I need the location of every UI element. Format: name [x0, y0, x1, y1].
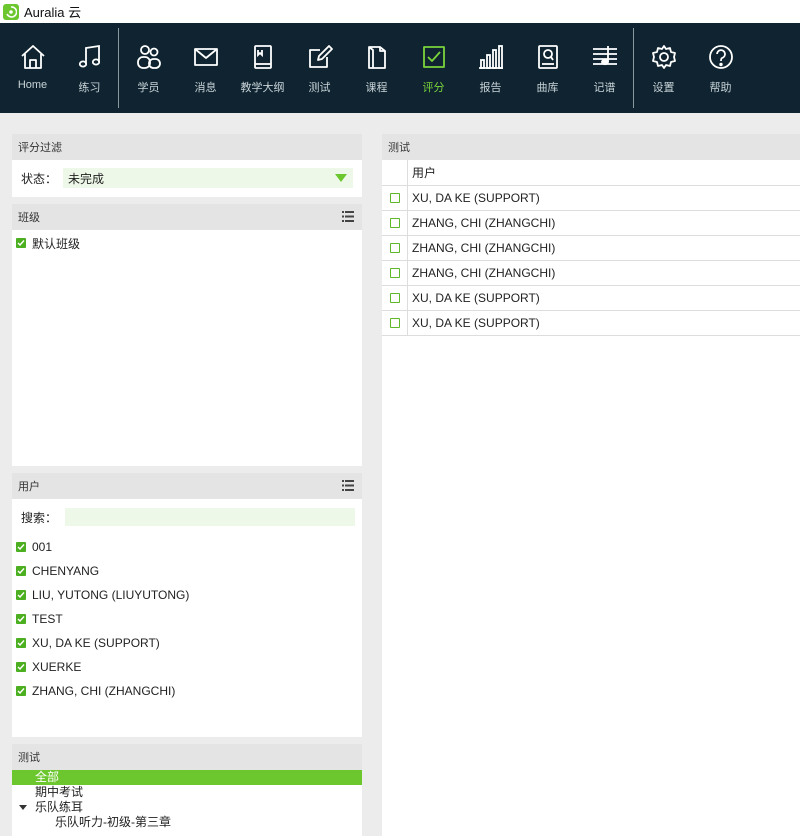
table-row[interactable]: XU, DA KE (SUPPORT) [382, 310, 800, 336]
panel-header: 测试 [12, 744, 362, 770]
table-row[interactable]: XU, DA KE (SUPPORT) [382, 285, 800, 311]
toolbar-help-button[interactable]: 帮助 [692, 23, 749, 113]
table-row[interactable]: XU, DA KE (SUPPORT) [382, 185, 800, 211]
staff-icon [592, 46, 617, 66]
user-checkbox[interactable] [16, 686, 26, 696]
title-bar: Auralia 云 [0, 0, 800, 23]
panel-header: 评分过滤 [12, 134, 362, 160]
bar-chart-icon [478, 45, 503, 69]
toolbar-settings-button[interactable]: 设置 [635, 23, 692, 113]
envelope-icon [193, 48, 218, 66]
toolbar-notation-button[interactable]: 记谱 [576, 23, 633, 113]
user-checkbox[interactable] [16, 614, 26, 624]
toolbar-grading-button[interactable]: 评分 [405, 23, 462, 113]
status-label: 状态： [21, 171, 58, 186]
toolbar-messages-button[interactable]: 消息 [177, 23, 234, 113]
toolbar-students-button[interactable]: 学员 [120, 23, 177, 113]
toolbar-home-button[interactable]: Home [4, 23, 61, 113]
status-filter-row: 状态： 未完成 [12, 160, 362, 196]
table-header: 用户 [382, 159, 800, 186]
test-results-panel: 测试 用户 XU, DA KE (SUPPORT) ZHANG, CHI (ZH… [382, 134, 800, 836]
checkbox-column-header [382, 159, 408, 186]
toolbar-practice-button[interactable]: 练习 [61, 23, 118, 113]
test-tree-panel: 测试 全部 期中考试 乐队练耳 乐队听力-初级-第三章 [12, 744, 362, 836]
user-item: CHENYANG [12, 559, 362, 583]
row-checkbox[interactable] [389, 318, 400, 328]
row-checkbox[interactable] [389, 243, 400, 253]
user-column-header[interactable]: 用户 [408, 164, 436, 181]
panel-header: 用户 [12, 473, 362, 499]
tree-item-all[interactable]: 全部 [12, 770, 362, 785]
music-note-icon [78, 44, 100, 68]
help-icon [708, 45, 733, 69]
user-checkbox[interactable] [16, 542, 26, 552]
toolbar-library-button[interactable]: 曲库 [519, 23, 576, 113]
grading-filter-panel: 评分过滤 状态： 未完成 [12, 134, 362, 197]
user-search-input[interactable] [65, 508, 356, 526]
toolbar-courses-button[interactable]: 课程 [348, 23, 405, 113]
toolbar-syllabus-button[interactable]: 教学大纲 [234, 23, 291, 113]
tree-item-band-listening-ch3[interactable]: 乐队听力-初级-第三章 [12, 815, 362, 830]
user-item: LIU, YUTONG (LIUYUTONG) [12, 583, 362, 607]
user-search-row: 搜索： [12, 499, 362, 535]
main-toolbar: Home 练习 学员 消息 教学大纲 测试 课程 评分 报告 曲库 记谱 设置 … [0, 23, 800, 113]
users-icon [136, 45, 161, 69]
list-icon[interactable] [342, 211, 354, 222]
class-panel: 班级 默认班级 [12, 204, 362, 466]
table-row[interactable]: ZHANG, CHI (ZHANGCHI) [382, 210, 800, 236]
list-icon[interactable] [342, 480, 354, 491]
home-icon [20, 45, 45, 69]
toolbar-reports-button[interactable]: 报告 [462, 23, 519, 113]
tree-item-midterm[interactable]: 期中考试 [12, 785, 362, 800]
toolbar-separator [118, 28, 119, 108]
row-checkbox[interactable] [389, 218, 400, 228]
edit-icon [308, 45, 333, 68]
user-checkbox[interactable] [16, 566, 26, 576]
auralia-logo-icon [3, 3, 19, 20]
panel-header: 测试 [382, 134, 800, 160]
user-item: XU, DA KE (SUPPORT) [12, 631, 362, 655]
user-checkbox[interactable] [16, 590, 26, 600]
document-icon [367, 46, 386, 69]
table-row[interactable]: ZHANG, CHI (ZHANGCHI) [382, 235, 800, 261]
checkbox-icon [422, 46, 445, 68]
user-checkbox[interactable] [16, 638, 26, 648]
search-label: 搜索： [21, 510, 58, 525]
user-item: 001 [12, 535, 362, 559]
user-item: TEST [12, 607, 362, 631]
user-panel: 用户 搜索： 001 CHENYANG LIU, YUTONG (LIUYUTO… [12, 473, 362, 737]
row-checkbox[interactable] [389, 268, 400, 278]
class-item: 默认班级 [12, 231, 362, 255]
toolbar-separator [633, 28, 634, 108]
table-row[interactable]: ZHANG, CHI (ZHANGCHI) [382, 260, 800, 286]
class-checkbox[interactable] [16, 238, 26, 248]
library-icon [537, 45, 558, 69]
dropdown-arrow-icon [335, 174, 348, 182]
app-title: Auralia 云 [24, 5, 82, 20]
panel-header: 班级 [12, 204, 362, 230]
user-item: ZHANG, CHI (ZHANGCHI) [12, 679, 362, 703]
gear-icon [651, 45, 676, 69]
row-checkbox[interactable] [389, 193, 400, 203]
user-checkbox[interactable] [16, 662, 26, 672]
status-dropdown[interactable]: 未完成 [63, 168, 354, 188]
toolbar-tests-button[interactable]: 测试 [291, 23, 348, 113]
expand-arrow-icon[interactable] [19, 805, 27, 810]
row-checkbox[interactable] [389, 293, 400, 303]
tree-item-band-ear-training[interactable]: 乐队练耳 [12, 800, 362, 815]
user-item: XUERKE [12, 655, 362, 679]
book-icon [253, 45, 272, 69]
